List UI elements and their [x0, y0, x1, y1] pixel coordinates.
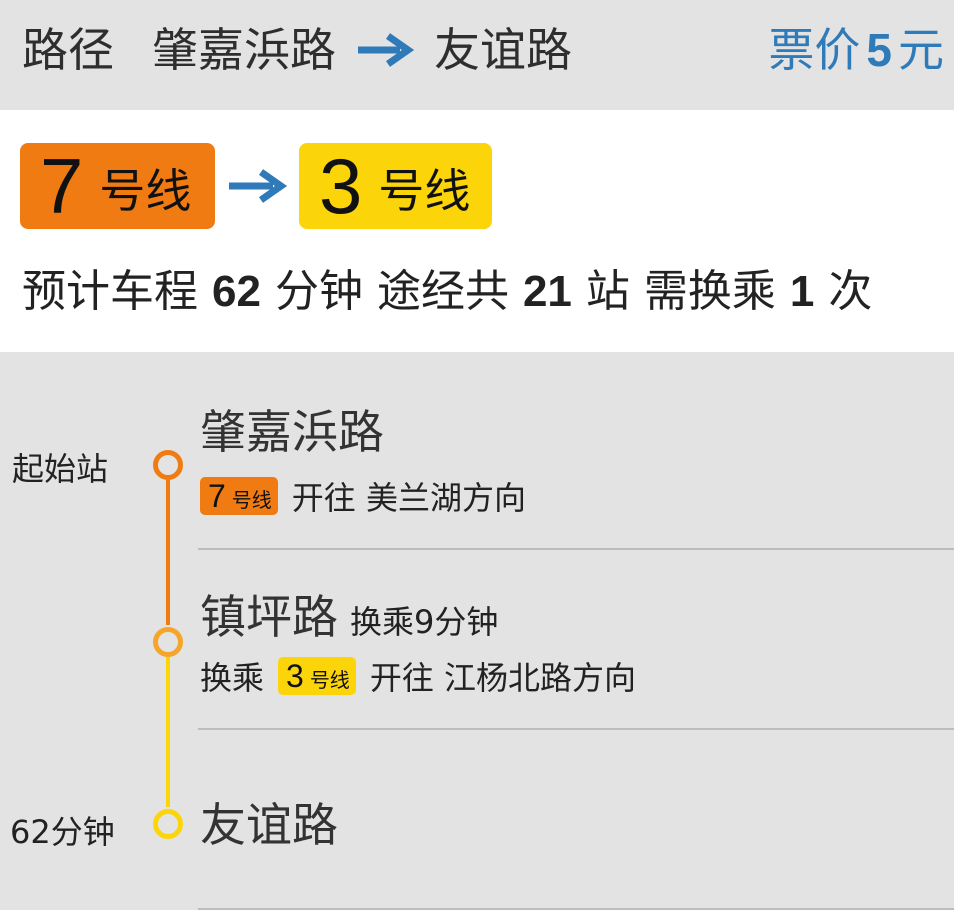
fare-info: 票价 5 元	[768, 20, 944, 80]
direction-text: 开往 江杨北路方向	[369, 659, 636, 697]
duration-value: 62	[212, 267, 261, 316]
fare-unit: 元	[898, 23, 944, 77]
journey-summary-card: 7 号线 3 号线 预计车程 62 分钟 途经共 21 站 需换乘 1 次	[0, 110, 954, 352]
end-station-node	[153, 809, 183, 839]
line-sequence: 7 号线 3 号线	[20, 143, 492, 229]
line-3-badge: 3 号线	[299, 143, 492, 229]
duration-prefix: 预计车程	[22, 266, 198, 317]
divider	[198, 728, 954, 730]
transfer-time-note: 换乘9分钟	[350, 603, 499, 641]
station-detail: 换乘 3 号线 开往 江杨北路方向	[200, 653, 636, 699]
station-name: 镇坪路	[200, 590, 338, 644]
to-station: 友谊路	[434, 23, 572, 77]
total-time-label: 62分钟	[10, 813, 115, 851]
transfers-value: 1	[789, 267, 815, 316]
start-station-node	[153, 450, 183, 480]
line-3-badge: 3 号线	[278, 657, 356, 695]
transfer-station-node	[153, 627, 183, 657]
line-suffix: 号线	[378, 164, 471, 218]
duration-unit: 分钟	[274, 266, 363, 317]
line-number: 3	[286, 657, 304, 694]
line-7-badge: 7 号线	[20, 143, 215, 229]
start-station-label: 起始站	[12, 450, 109, 488]
route-header: 路径 肇嘉浜路 友谊路 票价 5 元	[0, 0, 954, 110]
stations-value: 21	[522, 267, 572, 316]
right-arrow-icon	[229, 169, 288, 203]
line-7-segment	[166, 480, 170, 625]
transfers-prefix: 需换乘	[643, 266, 776, 317]
line-number: 7	[208, 477, 226, 514]
transfer-prefix: 换乘	[200, 659, 265, 697]
route-timeline: 起始站 62分钟 肇嘉浜路 7 号线 开往 美兰湖方向 镇坪路 换乘9分钟 换乘 …	[0, 352, 954, 910]
direction-text: 开往 美兰湖方向	[291, 479, 526, 517]
route-label: 路径	[22, 23, 114, 77]
line-suffix: 号线	[231, 488, 272, 512]
transfers-unit: 次	[828, 266, 873, 317]
station-name-row: 镇坪路 换乘9分钟	[200, 581, 498, 647]
divider	[198, 548, 954, 550]
fare-label: 票价	[768, 23, 861, 77]
trip-stats: 预计车程 62 分钟 途经共 21 站 需换乘 1 次	[22, 260, 872, 324]
line-7-badge: 7 号线	[200, 477, 278, 515]
stations-unit: 站	[585, 266, 630, 317]
line-number: 3	[319, 142, 363, 230]
from-station: 肇嘉浜路	[152, 23, 336, 77]
line-suffix: 号线	[99, 164, 192, 218]
line-number: 7	[40, 142, 84, 230]
right-arrow-icon	[358, 33, 415, 67]
fare-amount: 5	[866, 24, 892, 76]
route-summary: 路径 肇嘉浜路 友谊路	[22, 20, 572, 80]
stations-prefix: 途经共	[376, 266, 509, 317]
line-3-segment	[166, 657, 170, 807]
line-suffix: 号线	[309, 668, 350, 692]
station-name: 友谊路	[200, 798, 338, 852]
station-name: 肇嘉浜路	[200, 405, 384, 459]
station-detail: 7 号线 开往 美兰湖方向	[200, 473, 526, 519]
